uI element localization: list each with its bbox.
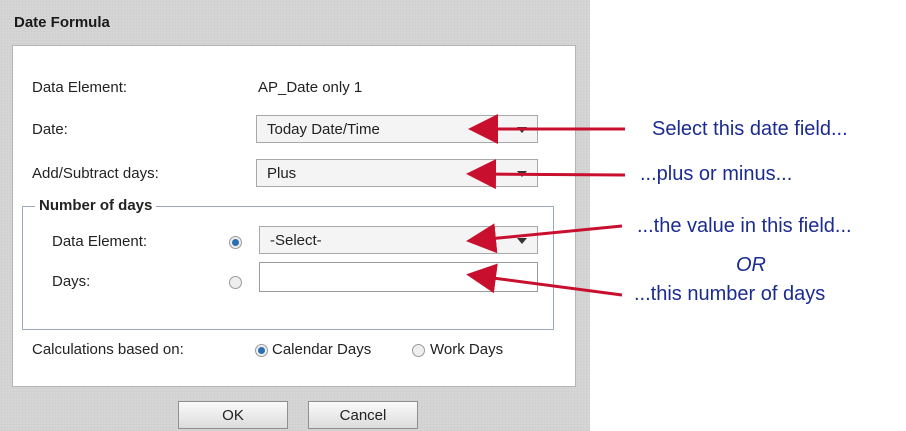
days-input[interactable] <box>259 262 538 292</box>
chevron-down-icon <box>517 238 527 244</box>
calendar-days-label: Calendar Days <box>272 341 372 358</box>
calc-based-on-label: Calculations based on: <box>32 341 184 358</box>
nod-data-element-select[interactable]: -Select- <box>259 226 538 254</box>
work-days-label: Work Days <box>430 341 504 358</box>
dialog-title: Date Formula <box>14 14 110 31</box>
chevron-down-icon <box>517 171 527 177</box>
date-formula-dialog: Date Formula Data Element: AP_Date only … <box>0 0 590 431</box>
data-element-radio[interactable] <box>229 236 242 249</box>
annotation-plus-minus: ...plus or minus... <box>640 163 793 185</box>
work-days-radio[interactable] <box>412 344 425 357</box>
calendar-days-radio[interactable] <box>255 344 268 357</box>
add-subtract-label: Add/Subtract days: <box>32 165 159 182</box>
chevron-down-icon <box>517 127 527 133</box>
number-of-days-legend: Number of days <box>35 197 157 214</box>
annotation-value-field: ...the value in this field... <box>637 215 852 237</box>
add-subtract-select-value: Plus <box>267 165 297 182</box>
date-select[interactable]: Today Date/Time <box>256 115 538 143</box>
date-label: Date: <box>32 121 68 138</box>
ok-button[interactable]: OK <box>178 401 288 429</box>
nod-data-element-select-value: -Select- <box>270 232 322 249</box>
annotation-or: OR <box>736 254 766 276</box>
days-label: Days: <box>52 273 91 290</box>
annotation-number-of-days: ...this number of days <box>634 283 826 305</box>
data-element-value: AP_Date only 1 <box>258 79 363 96</box>
annotation-select-date: Select this date field... <box>652 118 848 140</box>
days-radio[interactable] <box>229 276 242 289</box>
add-subtract-select[interactable]: Plus <box>256 159 538 187</box>
data-element-label: Data Element: <box>32 79 128 96</box>
nod-data-element-label: Data Element: <box>52 233 148 250</box>
cancel-button[interactable]: Cancel <box>308 401 418 429</box>
date-select-value: Today Date/Time <box>267 121 380 138</box>
